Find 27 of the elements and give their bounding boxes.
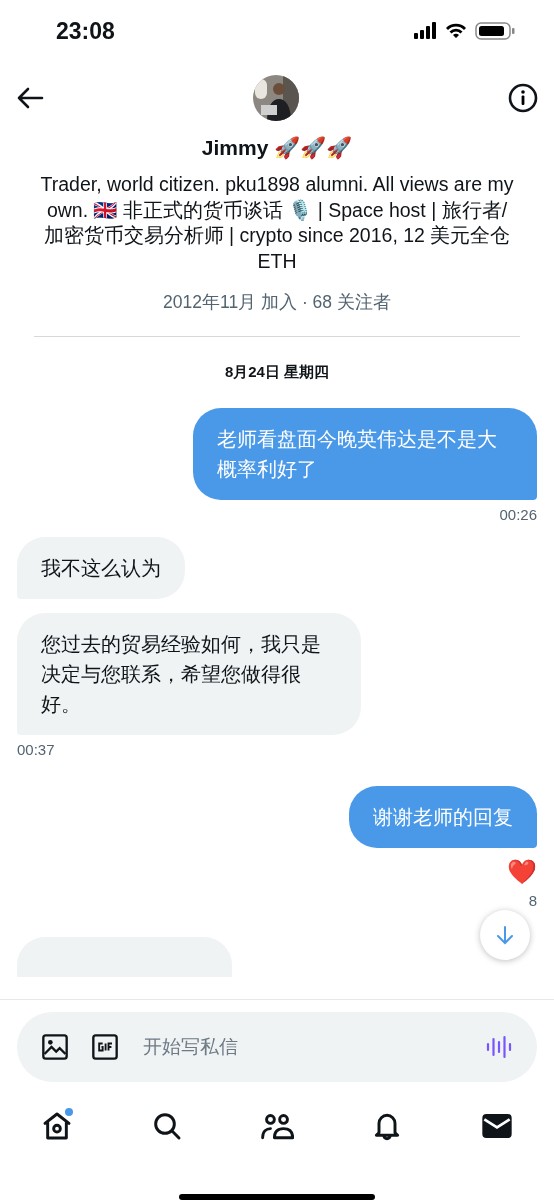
wifi-icon [446, 23, 466, 38]
gif-icon[interactable] [91, 1033, 119, 1061]
message-bubble: 我不这么认为 [17, 537, 185, 599]
message-bubble: 谢谢老师的回复 [349, 786, 537, 848]
home-icon [41, 1110, 73, 1142]
message-input[interactable]: 开始写私信 [141, 1035, 463, 1059]
status-time: 23:08 [56, 17, 115, 45]
scroll-down-button[interactable] [480, 910, 530, 960]
back-arrow-icon[interactable] [16, 86, 44, 110]
message-bubble: 老师看盘面今晚英伟达是不是大概率利好了 [193, 408, 537, 500]
voice-wave-icon[interactable] [485, 1033, 513, 1061]
message-time: 00:37 [17, 741, 55, 758]
message-bubble: 您过去的贸易经验如何，我只是决定与您联系，希望您做得很好。 [17, 613, 361, 735]
info-icon[interactable] [508, 83, 538, 113]
arrow-down-icon [496, 925, 514, 945]
date-divider: 8月24日 星期四 [223, 363, 331, 382]
message-reaction: ❤ [507, 858, 537, 886]
message-composer[interactable]: 开始写私信 [17, 1012, 537, 1082]
signal-icon [414, 22, 436, 39]
profile-meta: 2012年11月 加入 · 68 关注者 [163, 291, 391, 314]
message-time: 00:26 [499, 506, 537, 523]
image-icon[interactable] [41, 1033, 69, 1061]
profile-name: Jimmy 🚀🚀🚀 [201, 136, 353, 160]
battery-icon [475, 22, 515, 40]
search-icon [151, 1110, 183, 1142]
profile-bio: Trader, world citizen. pku1898 alumni. All views are my own. 🇬🇧 非正式的货币谈话 🎙 | Space host | 旅行者/加密货币交易分析师 | crypto since 2016, 12 美元全仓 ETH [39, 172, 515, 274]
message-time: 8 [528, 892, 537, 909]
